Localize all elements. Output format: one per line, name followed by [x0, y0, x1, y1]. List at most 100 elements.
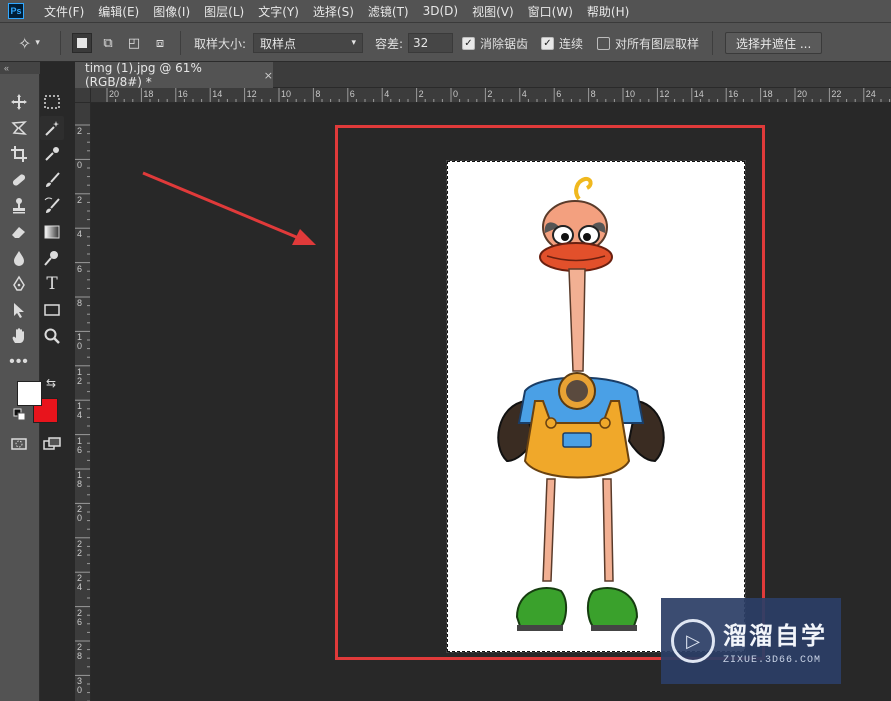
ruler-label: 4 — [521, 89, 527, 99]
ruler-label: 4 — [77, 229, 83, 240]
ruler-label: 6 — [349, 89, 355, 99]
sample-all-layers-checkbox[interactable]: 对所有图层取样 — [597, 23, 699, 63]
chevron-down-icon: ▾ — [35, 38, 40, 48]
blur-tool-icon[interactable] — [7, 246, 31, 270]
swap-colors-icon[interactable]: ⇆ — [44, 376, 58, 390]
ruler-label: 24 — [865, 89, 876, 99]
select-and-mask-button[interactable]: 选择并遮住 ... — [725, 32, 823, 54]
rectangle-tool-icon[interactable] — [40, 298, 64, 322]
annotation-highlight-box — [335, 125, 765, 660]
menu-file[interactable]: 文件(F) — [44, 3, 84, 20]
eraser-tool-icon[interactable] — [7, 220, 31, 244]
photoshop-logo: Ps — [8, 3, 24, 19]
vertical-ruler[interactable]: 2 0 2 4 6 8 10 12 14 16 18 20 22 24 26 28 30 — [75, 103, 91, 701]
healing-brush-tool-icon[interactable] — [7, 168, 31, 192]
close-icon[interactable]: × — [264, 69, 273, 82]
dodge-tool-icon[interactable] — [40, 246, 64, 270]
ruler-label: 2 — [487, 89, 493, 99]
more-tools-icon[interactable]: ••• — [7, 350, 31, 374]
crop-tool-icon[interactable] — [7, 142, 31, 166]
ruler-label: 4 — [384, 89, 390, 99]
menu-select[interactable]: 选择(S) — [313, 3, 354, 20]
ruler-label: 18 — [762, 89, 773, 99]
sample-size-label: 取样大小: — [194, 36, 247, 51]
sample-all-layers-label: 对所有图层取样 — [615, 36, 700, 51]
menu-edit[interactable]: 编辑(E) — [98, 3, 139, 20]
ruler-label: 6 — [556, 89, 562, 99]
add-to-selection-button[interactable]: ⧉ — [98, 33, 118, 53]
ruler-label: 8 — [77, 298, 83, 308]
menu-help[interactable]: 帮助(H) — [587, 3, 629, 20]
lasso-tool-icon[interactable] — [7, 116, 31, 140]
ruler-label: 10 — [77, 332, 83, 352]
default-colors-icon[interactable] — [13, 408, 27, 422]
menu-3d[interactable]: 3D(D) — [423, 4, 458, 18]
subtract-selection-icon: ◰ — [127, 35, 141, 51]
horizontal-ruler[interactable]: 20 18 16 14 12 10 8 6 4 2 0 2 4 6 8 10 12 14 16 18 20 22 24 — [91, 88, 891, 103]
intersect-selection-button[interactable]: ⧈ — [150, 33, 170, 53]
menu-view[interactable]: 视图(V) — [472, 3, 514, 20]
antialias-checkbox[interactable]: ✓ 消除锯齿 — [462, 23, 528, 63]
sample-size-select[interactable]: 取样点 ▾ — [253, 33, 363, 53]
ruler-label: 10 — [281, 89, 292, 99]
clone-stamp-tool-icon[interactable] — [7, 194, 31, 218]
menu-filter[interactable]: 滤镜(T) — [368, 3, 409, 20]
divider — [60, 31, 61, 55]
divider — [712, 31, 713, 55]
brush-tool-icon[interactable] — [40, 168, 64, 192]
ruler-label: 22 — [77, 538, 83, 558]
ruler-label: 20 — [797, 89, 808, 99]
ruler-label: 12 — [246, 89, 257, 99]
contiguous-label: 连续 — [559, 36, 584, 51]
ruler-label: 0 — [77, 160, 83, 171]
hand-tool-icon[interactable] — [7, 324, 31, 348]
watermark-subtitle: ZIXUE.3D66.COM — [723, 655, 822, 666]
watermark-title: 溜溜自学 — [723, 622, 827, 650]
tolerance-input[interactable]: 32 — [408, 33, 453, 53]
gradient-tool-icon[interactable] — [40, 220, 64, 244]
menu-window[interactable]: 窗口(W) — [528, 3, 573, 20]
ruler-label: 12 — [77, 366, 83, 386]
subtract-selection-button[interactable]: ◰ — [124, 33, 144, 53]
ruler-label: 14 — [212, 89, 223, 99]
screen-mode-icon[interactable] — [40, 432, 64, 456]
ruler-label: 2 — [77, 194, 83, 205]
magic-wand-icon: ✧ — [18, 33, 32, 53]
new-selection-button[interactable] — [72, 33, 92, 53]
ruler-label: 22 — [831, 89, 842, 99]
intersect-selection-icon: ⧈ — [155, 35, 165, 51]
add-selection-icon: ⧉ — [103, 35, 113, 51]
type-tool-icon[interactable]: T — [40, 272, 64, 296]
menu-image[interactable]: 图像(I) — [153, 3, 190, 20]
quick-mask-icon[interactable] — [7, 432, 31, 456]
ruler-label: 12 — [659, 89, 670, 99]
ruler-origin[interactable] — [75, 88, 91, 103]
marquee-tool-icon[interactable] — [40, 90, 64, 114]
zoom-tool-icon[interactable] — [40, 324, 64, 348]
new-selection-icon — [77, 38, 87, 48]
menu-bar: Ps 文件(F) 编辑(E) 图像(I) 图层(L) 文字(Y) 选择(S) 滤… — [0, 0, 891, 22]
ruler-label: 14 — [693, 89, 704, 99]
pen-tool-icon[interactable] — [7, 272, 31, 296]
document-tab-title: timg (1).jpg @ 61%(RGB/8#) * — [85, 61, 202, 89]
document-tab[interactable]: timg (1).jpg @ 61%(RGB/8#) * × — [75, 61, 273, 89]
foreground-color-swatch[interactable] — [17, 381, 42, 406]
ruler-label: 18 — [77, 470, 83, 489]
menu-type[interactable]: 文字(Y) — [258, 3, 299, 20]
collapse-icon[interactable]: « — [0, 62, 40, 74]
eyedropper-tool-icon[interactable] — [40, 142, 64, 166]
chevron-down-icon: ▾ — [351, 38, 356, 48]
ruler-label: 20 — [109, 89, 120, 99]
tool-preset-picker[interactable]: ✧ ▾ — [18, 23, 40, 63]
contiguous-checkbox[interactable]: ✓ 连续 — [541, 23, 583, 63]
path-selection-tool-icon[interactable] — [7, 298, 31, 322]
move-tool-icon[interactable] — [7, 90, 31, 114]
history-brush-tool-icon[interactable] — [40, 194, 64, 218]
checkbox-unchecked-icon — [597, 36, 610, 50]
menu-layer[interactable]: 图层(L) — [204, 3, 244, 20]
ruler-label: 26 — [77, 607, 83, 627]
tools-panel: « T ••• ⇆ — [0, 62, 64, 701]
ruler-label: 10 — [625, 89, 636, 99]
magic-wand-tool-icon[interactable] — [40, 116, 64, 140]
ruler-label: 2 — [77, 126, 83, 136]
